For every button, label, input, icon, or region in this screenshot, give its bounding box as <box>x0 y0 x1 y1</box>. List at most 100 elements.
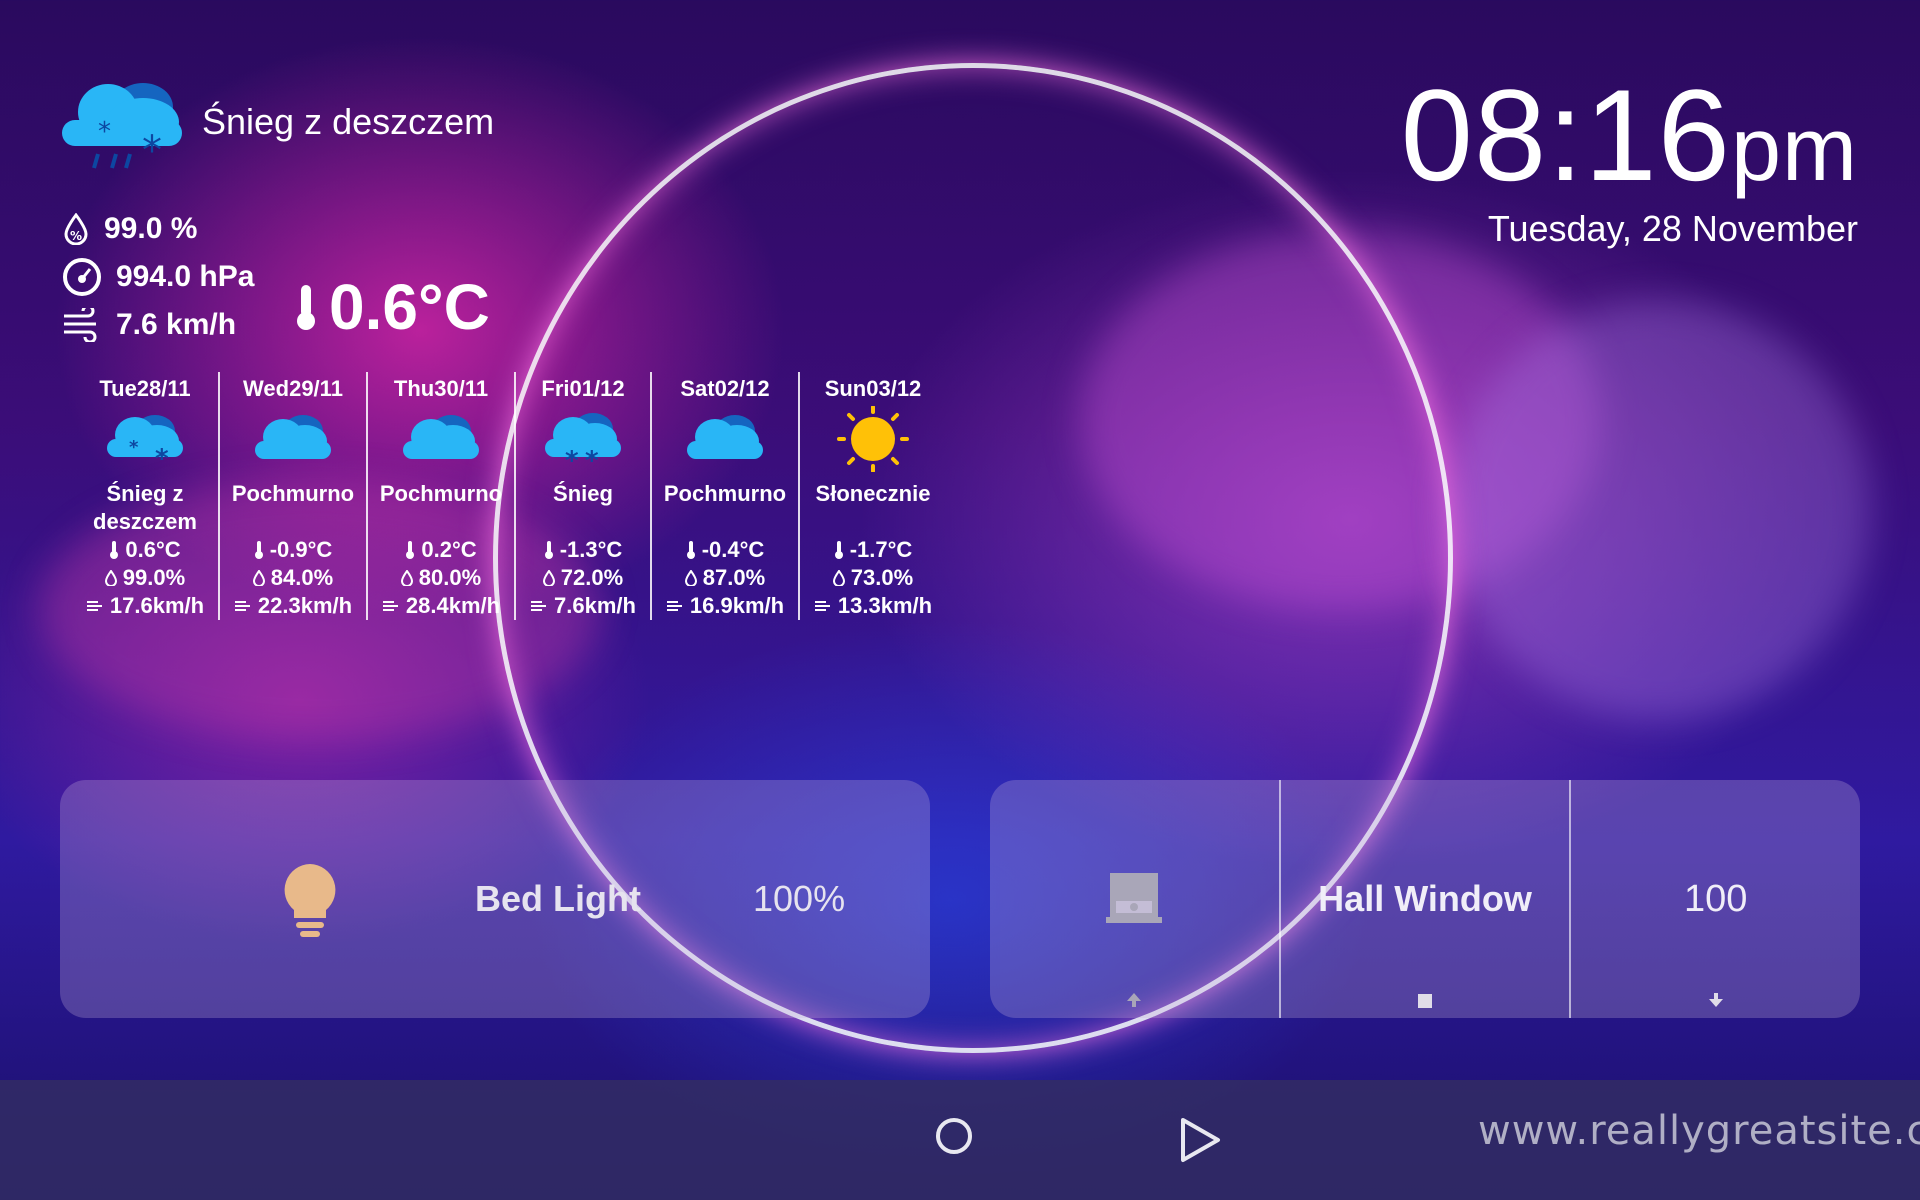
clock-ampm: pm <box>1730 100 1858 200</box>
forecast-day-name: Thu30/11 <box>393 376 489 401</box>
website-watermark: www.reallygreatsite.com <box>1478 1108 1920 1154</box>
forecast-humidity: 73.0% <box>850 565 914 590</box>
forecast-day[interactable]: Sat02/12 Pochmurno -0.4°C 87.0% 16.9km/h <box>650 372 798 620</box>
forecast-humidity: 99.0% <box>122 565 186 590</box>
wind-icon <box>382 601 398 611</box>
thermometer-icon <box>254 541 263 559</box>
svg-text:*: * <box>155 444 169 469</box>
cloud-icon <box>255 415 331 459</box>
forecast-condition: Pochmurno <box>379 481 503 506</box>
forecast-strip: Tue28/11 * * Śnieg z deszczem 0.6°C 99.0… <box>72 372 946 620</box>
play-icon[interactable] <box>1178 1116 1222 1164</box>
pressure-row: 994.0 hPa <box>62 253 254 301</box>
thermometer-icon <box>297 285 315 330</box>
wind-icon <box>234 601 250 611</box>
svg-text:*: * <box>142 128 162 172</box>
cloud-icon <box>687 415 763 459</box>
forecast-temp: -0.4°C <box>701 537 765 562</box>
window-stop-segment[interactable]: Hall Window <box>1278 780 1570 1018</box>
light-bulb-icon[interactable] <box>282 862 338 938</box>
stop-icon[interactable] <box>1416 992 1434 1010</box>
humidity-icon <box>684 570 697 586</box>
wind-icon <box>666 601 682 611</box>
forecast-condition: Pochmurno <box>231 481 355 506</box>
forecast-day[interactable]: Sun03/12 Słonecznie -1.7°C 73.0% 13.3km/… <box>798 372 946 620</box>
snow-cloud-icon: * * <box>107 415 183 469</box>
humidity-icon: % <box>64 213 88 245</box>
forecast-day-name: Fri01/12 <box>541 376 625 401</box>
forecast-day[interactable]: Thu30/11 Pochmurno 0.2°C 80.0% 28.4km/h <box>366 372 514 620</box>
sun-icon <box>837 406 909 472</box>
current-condition-label: Śnieg z deszczem <box>202 101 495 142</box>
clock: 08:16pm <box>1401 60 1858 210</box>
hall-window-card: Hall Window 100 <box>990 780 1860 1018</box>
thermometer-icon <box>544 541 553 559</box>
clock-time: 08:16 <box>1400 62 1731 208</box>
forecast-day-name: Tue28/11 <box>99 376 191 401</box>
humidity-icon <box>104 570 117 586</box>
thermometer-icon <box>110 541 119 559</box>
wind-row: 7.6 km/h <box>62 301 254 349</box>
humidity-row: % 99.0 % <box>62 205 254 253</box>
forecast-condition: Słonecznie <box>815 481 931 506</box>
forecast-wind: 22.3km/h <box>257 593 353 618</box>
arrow-up-icon[interactable] <box>1124 990 1144 1010</box>
forecast-day-name: Sat02/12 <box>680 376 770 401</box>
forecast-day[interactable]: Fri01/12 * * Śnieg -1.3°C 72.0% 7.6km/h <box>514 372 650 620</box>
wind-icon <box>64 308 97 342</box>
wind-icon <box>531 601 547 611</box>
wind-icon <box>814 601 830 611</box>
bed-light-value: 100% <box>753 878 846 919</box>
forecast-day[interactable]: Tue28/11 * * Śnieg z deszczem 0.6°C 99.0… <box>72 372 218 620</box>
forecast-condition: Pochmurno <box>663 481 787 506</box>
cloud-icon <box>403 415 479 459</box>
wind-value: 7.6 km/h <box>116 308 237 341</box>
forecast-wind: 7.6km/h <box>554 593 636 618</box>
forecast-day-name: Wed29/11 <box>243 376 343 401</box>
current-condition: * * Śnieg z deszczem <box>58 72 494 172</box>
forecast-condition: Śnieg z deszczem <box>93 481 197 534</box>
svg-text:*: * <box>129 437 139 458</box>
pressure-value: 994.0 hPa <box>116 260 255 293</box>
wind-icon <box>86 601 102 611</box>
thermometer-icon <box>406 541 415 559</box>
snow-rain-cloud-icon: * * <box>62 83 182 172</box>
svg-text:*: * <box>565 446 579 469</box>
forecast-temp: -0.9°C <box>269 537 333 562</box>
thermometer-icon <box>834 541 843 559</box>
snow-icon: * * <box>545 413 621 469</box>
current-temperature-value: 0.6°C <box>329 271 490 343</box>
forecast-temp: -1.3°C <box>559 537 623 562</box>
forecast-temp: 0.6°C <box>125 537 181 562</box>
forecast-day[interactable]: Wed29/11 Pochmurno -0.9°C 84.0% 22.3km/h <box>218 372 366 620</box>
svg-text:%: % <box>70 229 82 243</box>
current-temperature: 0.6°C <box>293 270 490 344</box>
humidity-icon <box>832 570 845 586</box>
forecast-wind: 13.3km/h <box>837 593 933 618</box>
humidity-icon <box>252 570 265 586</box>
forecast-humidity: 87.0% <box>702 565 766 590</box>
humidity-icon <box>542 570 555 586</box>
window-open-segment[interactable] <box>990 780 1279 1018</box>
home-button[interactable] <box>936 1118 972 1154</box>
svg-text:*: * <box>585 446 599 469</box>
forecast-wind: 17.6km/h <box>109 593 205 618</box>
window-shade-icon <box>1106 873 1163 923</box>
svg-text:*: * <box>98 117 111 147</box>
humidity-icon <box>400 570 413 586</box>
arrow-down-icon[interactable] <box>1706 990 1726 1010</box>
forecast-condition: Śnieg <box>553 481 613 506</box>
forecast-wind: 28.4km/h <box>405 593 501 618</box>
clock-date: Tuesday, 28 November <box>1487 208 1858 249</box>
forecast-temp: -1.7°C <box>849 537 913 562</box>
hall-window-label: Hall Window <box>1318 878 1532 919</box>
hall-window-value: 100 <box>1683 877 1748 920</box>
pressure-gauge-icon <box>63 258 101 296</box>
forecast-humidity: 84.0% <box>270 565 334 590</box>
humidity-value: 99.0 % <box>104 212 198 245</box>
window-close-segment[interactable]: 100 <box>1569 780 1860 1018</box>
bed-light-card[interactable]: Bed Light 100% <box>60 780 930 1018</box>
forecast-temp: 0.2°C <box>421 537 477 562</box>
current-metrics: % 99.0 % 994.0 hPa 7.6 km/h <box>62 205 254 349</box>
bed-light-label: Bed Light <box>475 878 641 919</box>
